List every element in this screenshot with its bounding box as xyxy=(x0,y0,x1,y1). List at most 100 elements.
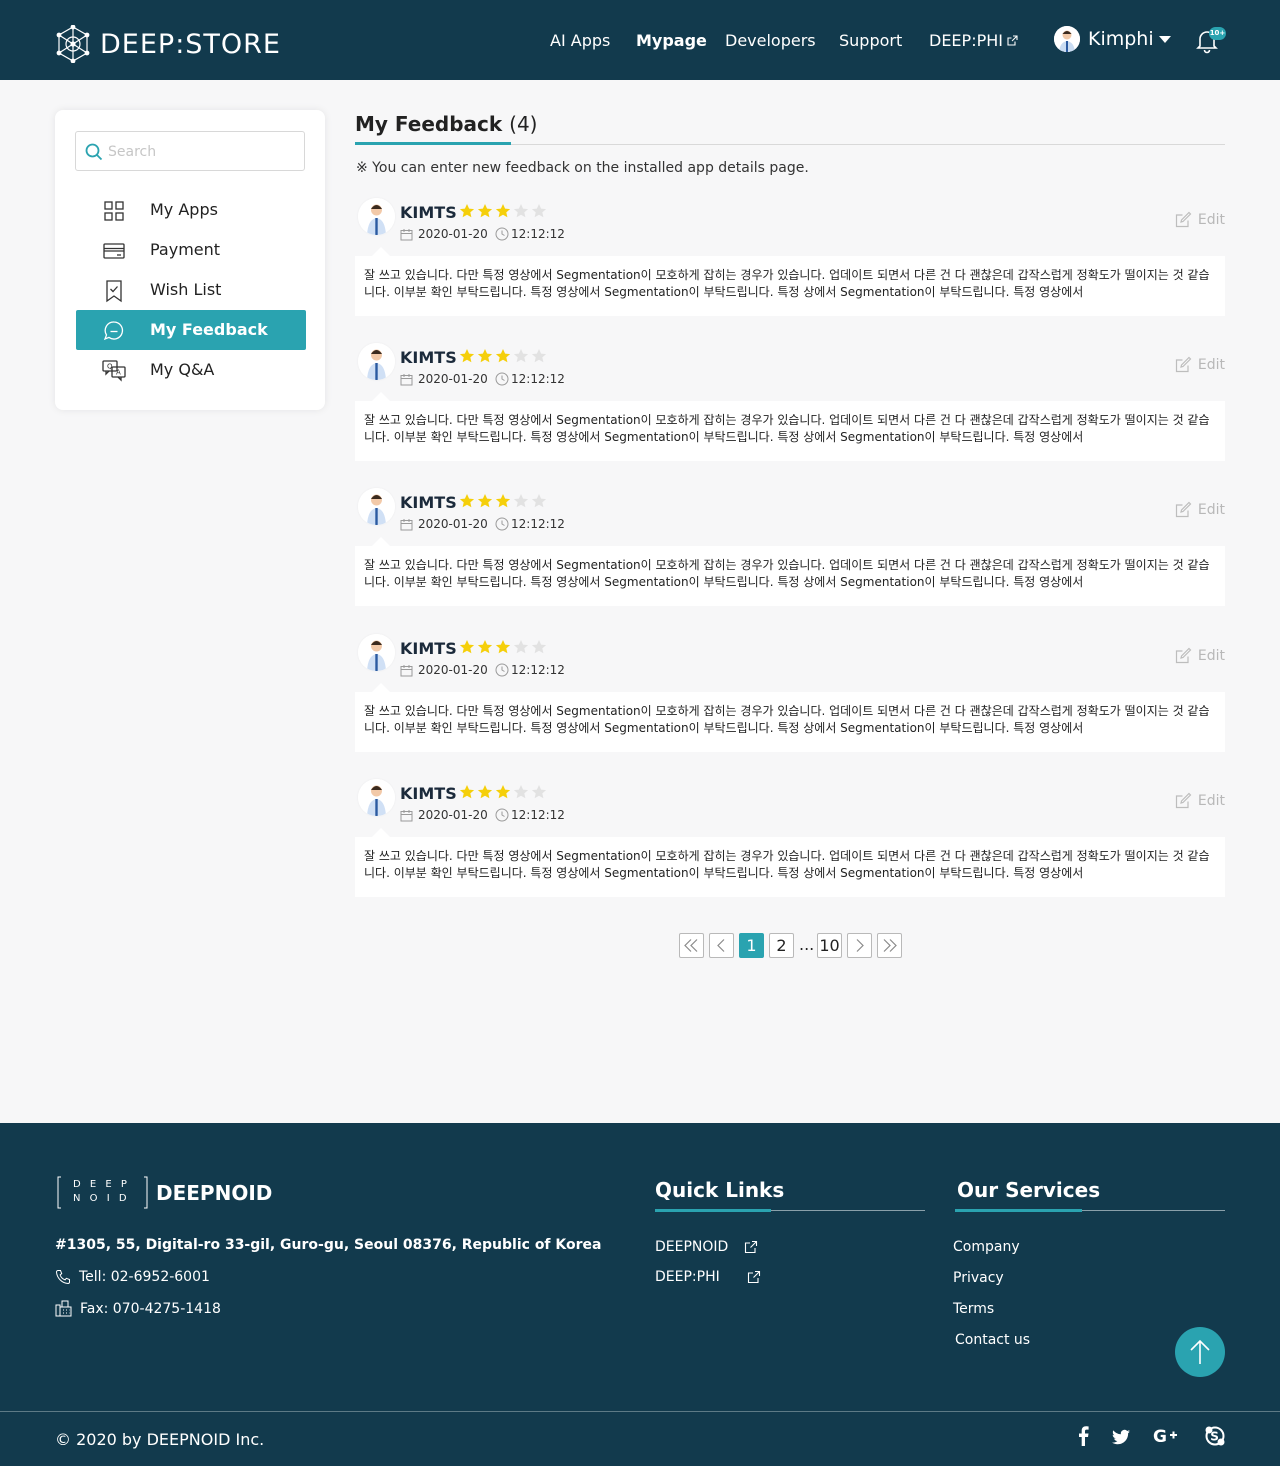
sidebar-item-my-apps[interactable]: My Apps xyxy=(76,190,306,230)
service-link-company[interactable]: Company xyxy=(953,1239,1020,1255)
user-menu[interactable]: Kimphi xyxy=(1054,26,1171,52)
google-plus-icon[interactable]: G xyxy=(1153,1425,1179,1447)
clock-icon xyxy=(495,808,509,822)
sidebar-item-payment[interactable]: Payment xyxy=(76,230,306,270)
footer-logo[interactable]: D E E P N O I D DEEPNOID xyxy=(57,1176,272,1209)
prev-page-button[interactable] xyxy=(709,933,734,958)
clock-icon xyxy=(495,663,509,677)
page-10-button[interactable]: 10 xyxy=(817,933,842,958)
last-page-button[interactable] xyxy=(877,933,902,958)
star-filled-icon xyxy=(459,785,475,799)
footer-tel-text: Tell: 02-6952-6001 xyxy=(79,1269,210,1285)
qa-icon: QA xyxy=(102,360,126,382)
sidebar-item-label: My Feedback xyxy=(150,320,268,339)
edit-button[interactable]: Edit xyxy=(1175,211,1225,228)
star-rating xyxy=(458,784,548,800)
star-filled-icon xyxy=(495,349,511,363)
feedback-time-text: 12:12:12 xyxy=(511,517,565,531)
star-filled-icon xyxy=(459,494,475,508)
footer-tel: Tell: 02-6952-6001 xyxy=(55,1269,210,1285)
feedback-text: 잘 쓰고 있습니다. 다만 특정 영상에서 Segmentation이 모호하게… xyxy=(355,837,1225,897)
edit-button[interactable]: Edit xyxy=(1175,501,1225,518)
site-logo[interactable]: DEEP:STORE xyxy=(54,24,281,64)
feedback-date-text: 2020-01-20 xyxy=(418,517,488,531)
svg-text:S: S xyxy=(1210,1430,1219,1444)
edit-button[interactable]: Edit xyxy=(1175,647,1225,664)
external-link-icon xyxy=(747,1270,760,1284)
feedback-date: 2020-01-20 xyxy=(400,808,488,822)
feedback-time: 12:12:12 xyxy=(495,372,565,386)
notification-badge: 10+ xyxy=(1209,27,1226,40)
feedback-date: 2020-01-20 xyxy=(400,227,488,241)
feedback-time-text: 12:12:12 xyxy=(511,372,565,386)
service-link-privacy[interactable]: Privacy xyxy=(953,1270,1004,1286)
sidebar-item-label: Wish List xyxy=(150,280,222,299)
first-page-button[interactable] xyxy=(679,933,704,958)
search-icon xyxy=(85,143,103,161)
star-empty-icon xyxy=(531,785,547,799)
search-input[interactable] xyxy=(108,140,298,164)
sidebar-item-my-qa[interactable]: QA My Q&A xyxy=(76,350,306,390)
star-filled-icon xyxy=(495,204,511,218)
feedback-date-text: 2020-01-20 xyxy=(418,808,488,822)
footer-fax: Fax: 070-4275-1418 xyxy=(55,1300,221,1317)
page-2-button[interactable]: 2 xyxy=(769,933,794,958)
notice-text: ※ You can enter new feedback on the inst… xyxy=(356,160,809,176)
nav-support[interactable]: Support xyxy=(839,31,902,50)
edit-icon xyxy=(1175,356,1192,373)
star-filled-icon xyxy=(477,204,493,218)
star-rating xyxy=(458,203,548,219)
feedback-date: 2020-01-20 xyxy=(400,517,488,531)
nav-developers[interactable]: Developers xyxy=(725,31,816,50)
quick-link-deep-phi[interactable]: DEEP:PHI xyxy=(655,1269,761,1285)
feedback-count: (4) xyxy=(509,112,538,136)
nav-deep-phi[interactable]: DEEP:PHI xyxy=(929,31,1018,50)
feedback-author: KIMTS xyxy=(400,348,457,367)
card-icon xyxy=(103,243,125,259)
sidebar-item-wish-list[interactable]: Wish List xyxy=(76,270,306,310)
star-filled-icon xyxy=(459,349,475,363)
edit-label: Edit xyxy=(1197,211,1225,228)
logo-text: DEEP:STORE xyxy=(100,28,281,60)
sidebar-item-my-feedback[interactable]: My Feedback xyxy=(76,310,306,350)
feedback-item: KIMTS 2020-01-20 12:12:12 Edit 잘 쓰고 있습니다… xyxy=(355,341,1225,466)
avatar xyxy=(358,634,395,671)
star-empty-icon xyxy=(513,494,529,508)
services-title: Our Services xyxy=(957,1178,1101,1202)
feedback-text: 잘 쓰고 있습니다. 다만 특정 영상에서 Segmentation이 모호하게… xyxy=(355,401,1225,461)
facebook-icon[interactable] xyxy=(1076,1425,1090,1447)
chevron-left-icon xyxy=(717,939,725,952)
double-chevron-right-icon xyxy=(883,939,897,952)
nav-ai-apps[interactable]: AI Apps xyxy=(550,31,610,50)
edit-label: Edit xyxy=(1197,501,1225,518)
feedback-text: 잘 쓰고 있습니다. 다만 특정 영상에서 Segmentation이 모호하게… xyxy=(355,546,1225,606)
copyright: © 2020 by DEEPNOID Inc. xyxy=(55,1430,265,1449)
feedback-author: KIMTS xyxy=(400,784,457,803)
svg-text:Q: Q xyxy=(107,363,113,371)
nav-mypage[interactable]: Mypage xyxy=(636,31,707,50)
star-empty-icon xyxy=(513,204,529,218)
fax-icon xyxy=(55,1300,72,1317)
quick-link-deepnoid[interactable]: DEEPNOID xyxy=(655,1239,758,1255)
footer: D E E P N O I D DEEPNOID #1305, 55, Digi… xyxy=(0,1123,1280,1466)
feedback-time: 12:12:12 xyxy=(495,808,565,822)
service-link-terms[interactable]: Terms xyxy=(953,1301,994,1317)
user-name: Kimphi xyxy=(1088,28,1154,50)
top-navbar: DEEP:STORE AI Apps Mypage Developers Sup… xyxy=(0,0,1280,80)
calendar-icon xyxy=(400,518,413,530)
star-rating xyxy=(458,639,548,655)
title-underline xyxy=(355,142,511,145)
edit-button[interactable]: Edit xyxy=(1175,356,1225,373)
edit-button[interactable]: Edit xyxy=(1175,792,1225,809)
page-1-button[interactable]: 1 xyxy=(739,933,764,958)
next-page-button[interactable] xyxy=(847,933,872,958)
search-box[interactable] xyxy=(75,131,305,171)
skype-icon[interactable]: S xyxy=(1204,1425,1226,1447)
twitter-icon[interactable] xyxy=(1111,1425,1131,1447)
bubble-arrow xyxy=(372,537,390,546)
scroll-to-top-button[interactable] xyxy=(1175,1327,1225,1377)
footer-fax-text: Fax: 070-4275-1418 xyxy=(80,1300,221,1317)
service-link-contact-us[interactable]: Contact us xyxy=(955,1332,1030,1348)
arrow-up-icon xyxy=(1190,1339,1210,1364)
star-rating xyxy=(458,493,548,509)
